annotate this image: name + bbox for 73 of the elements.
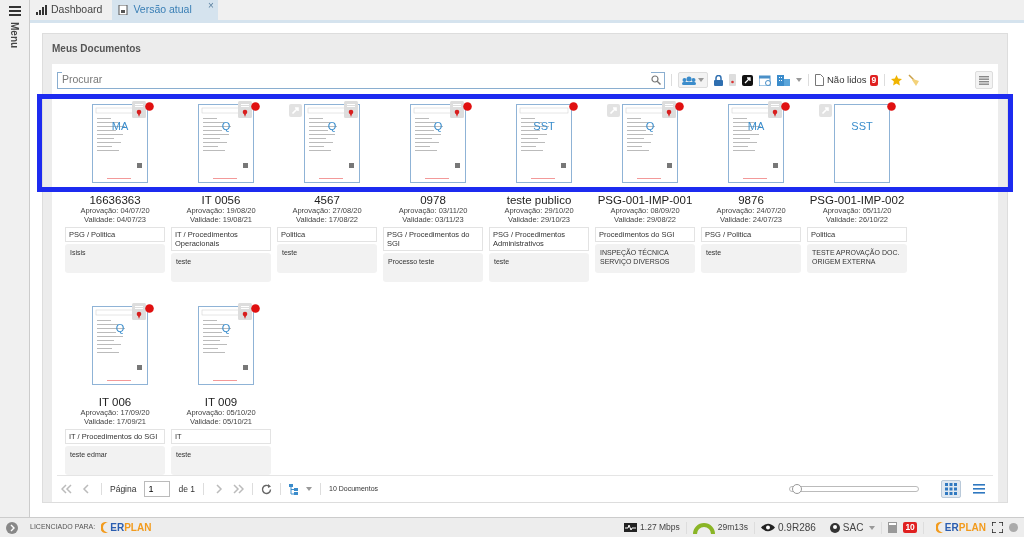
document-thumbnail[interactable]: Q <box>92 306 148 385</box>
document-title[interactable]: PSG-001-IMP-001 <box>597 194 693 207</box>
document-thumbnail[interactable]: Q <box>198 306 254 385</box>
menu-icon <box>979 75 989 85</box>
page-count-label: de 1 <box>178 482 195 496</box>
grid-view-button[interactable] <box>941 480 961 498</box>
lock-icon[interactable] <box>714 74 723 86</box>
logo-text: ERPLAN <box>944 521 986 535</box>
refresh-icon[interactable] <box>261 483 272 495</box>
status-dot-icon <box>1009 523 1018 532</box>
document-title[interactable]: IT 006 <box>98 396 132 409</box>
session-time: 29m13s <box>717 521 748 534</box>
document-title[interactable]: 16636363 <box>89 194 141 207</box>
unread-count-badge: 9 <box>869 74 879 86</box>
document-thumbnail[interactable]: Q <box>622 104 678 183</box>
search-icon <box>651 75 661 85</box>
first-page-icon[interactable] <box>61 484 73 494</box>
last-page-icon[interactable] <box>232 484 244 494</box>
user-icon <box>829 522 840 533</box>
caret-icon[interactable] <box>306 487 312 491</box>
calendar-icon[interactable] <box>759 74 771 86</box>
caret-icon[interactable] <box>796 78 802 82</box>
search-field[interactable]: Procurar <box>57 71 665 89</box>
gauge-icon <box>692 521 715 534</box>
external-link-icon[interactable] <box>742 74 753 86</box>
network-icon <box>624 523 638 532</box>
tab[interactable]: Dashboard <box>30 0 113 20</box>
crescent-icon <box>101 522 110 533</box>
unread-label[interactable]: Não lidos <box>827 72 867 88</box>
document-title[interactable]: PSG-001-IMP-002 <box>809 194 905 207</box>
phone-icon[interactable] <box>729 74 736 86</box>
version-label: 0.9R286 <box>778 521 816 535</box>
crescent-icon <box>935 522 944 533</box>
logo-text: ERPLAN <box>110 521 152 535</box>
document-title[interactable]: IT 0056 <box>201 194 241 207</box>
page-label: Página <box>110 482 137 496</box>
menu-label[interactable]: Menu <box>7 22 22 49</box>
people-dropdown[interactable] <box>678 72 708 88</box>
notification-badge: 10 <box>903 522 917 533</box>
list-icon <box>973 483 985 495</box>
document-icon <box>118 5 130 15</box>
building-icon[interactable] <box>777 74 790 86</box>
document-title[interactable]: 0978 <box>420 194 446 207</box>
star-icon[interactable] <box>891 74 903 86</box>
eye-icon <box>761 523 775 532</box>
document-thumbnail[interactable]: Q <box>198 104 254 183</box>
grid-icon <box>945 483 957 495</box>
document-thumbnail[interactable]: MA <box>728 104 784 183</box>
user-name[interactable]: SAC <box>842 520 864 535</box>
calculator-icon[interactable] <box>888 522 898 533</box>
document-thumbnail[interactable]: SST <box>516 104 572 183</box>
document-thumbnail[interactable]: MA <box>92 104 148 183</box>
fullscreen-icon[interactable] <box>992 522 1003 533</box>
list-menu-button[interactable] <box>975 71 993 89</box>
document-thumbnail[interactable]: Q <box>410 104 466 183</box>
people-icon <box>682 75 696 85</box>
menu-icon[interactable] <box>8 6 21 16</box>
document-thumbnail[interactable]: SST <box>834 104 890 183</box>
broom-icon[interactable] <box>908 74 921 86</box>
caret-icon <box>698 78 704 82</box>
expand-icon[interactable] <box>6 521 18 534</box>
document-title[interactable]: IT 009 <box>204 396 238 409</box>
document-thumbnail[interactable]: Q <box>304 104 360 183</box>
tree-icon[interactable] <box>289 483 298 495</box>
document-title[interactable]: 4567 <box>314 194 340 207</box>
bar-chart-icon <box>36 5 47 15</box>
document-title[interactable]: teste publico <box>506 194 572 207</box>
document-icon[interactable] <box>815 74 824 86</box>
caret-icon[interactable] <box>869 525 876 530</box>
panel-title: Meus Documentos <box>52 42 142 56</box>
network-speed: 1.27 Mbps <box>640 521 680 534</box>
document-title[interactable]: 9876 <box>738 194 764 207</box>
page-number-field[interactable]: 1 <box>144 481 171 497</box>
